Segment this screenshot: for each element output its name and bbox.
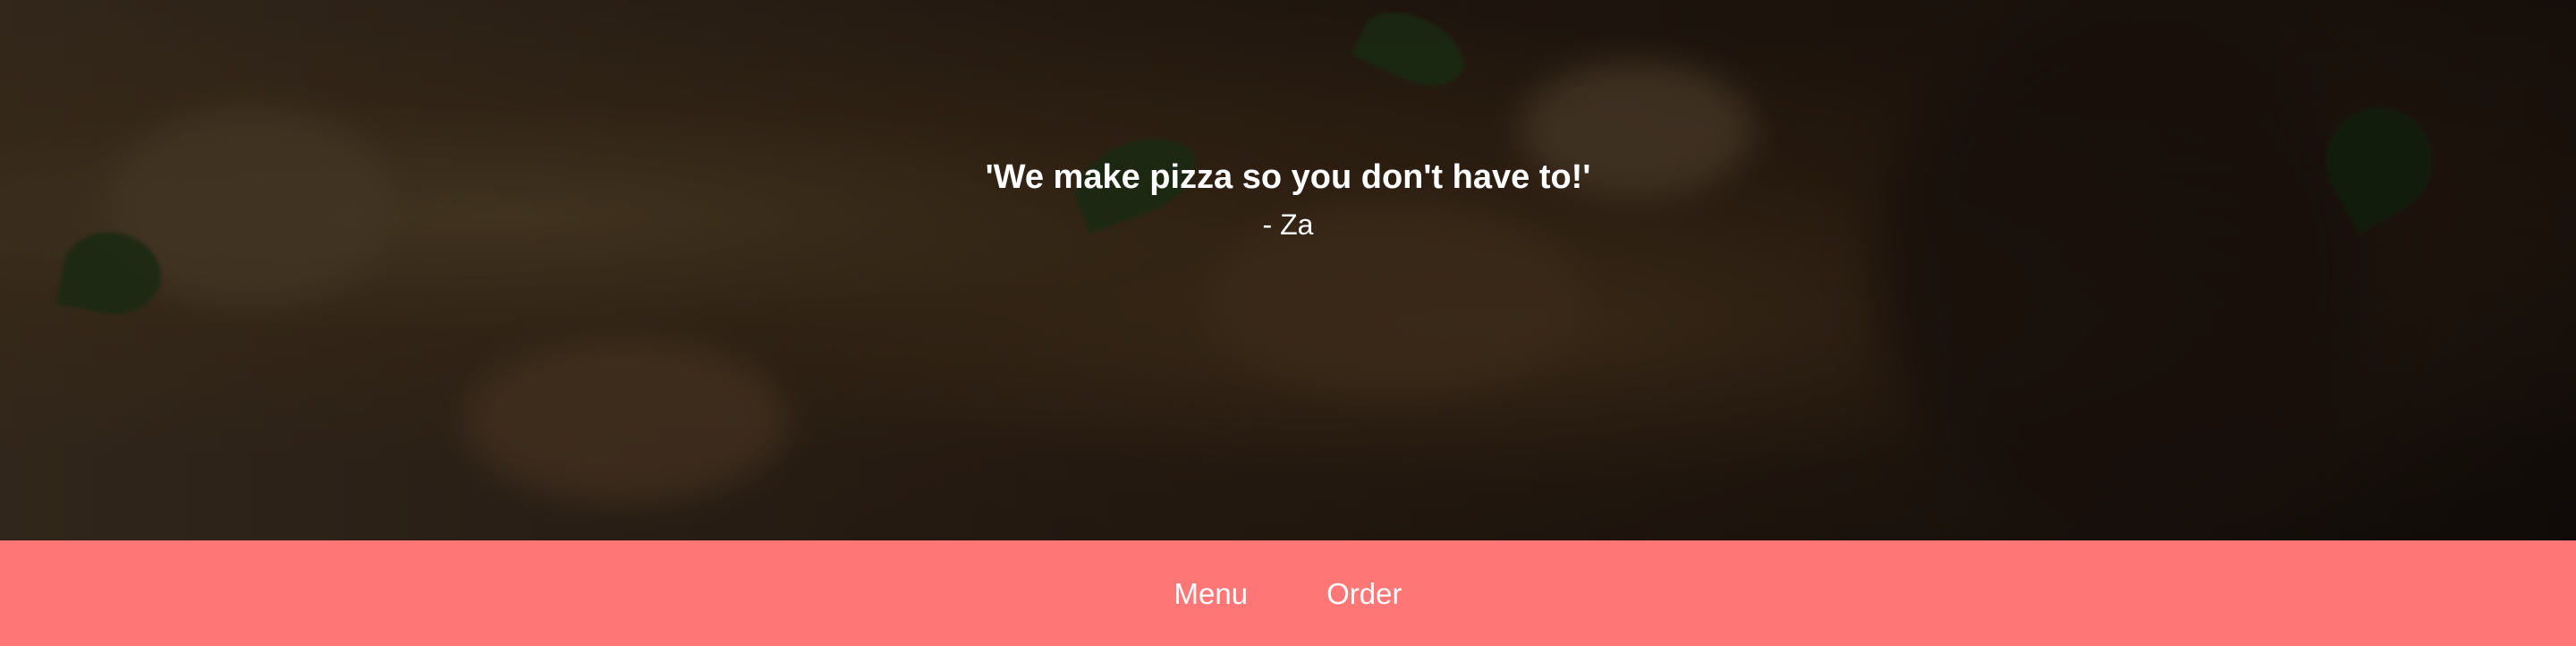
bottom-navbar: Menu Order: [0, 540, 2576, 646]
hero-quote-author: - Za: [1262, 208, 1314, 241]
nav-link-menu[interactable]: Menu: [1174, 579, 1249, 608]
nav-link-order[interactable]: Order: [1326, 579, 1402, 608]
hero-section: 'We make pizza so you don't have to!' - …: [0, 0, 2576, 540]
hero-quote: 'We make pizza so you don't have to!': [985, 158, 1591, 196]
hero-dark-overlay: [0, 0, 2576, 540]
hero-quote-block: 'We make pizza so you don't have to!' - …: [0, 158, 2576, 241]
